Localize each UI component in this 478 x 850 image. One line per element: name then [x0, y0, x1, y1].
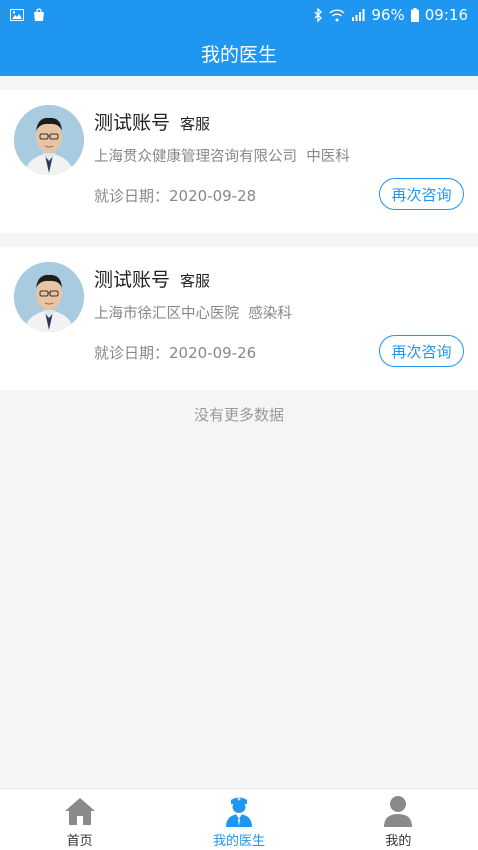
home-icon: [63, 795, 97, 827]
visit-date: 就诊日期：2020-09-26: [94, 344, 257, 362]
doctor-affiliation: 上海贯众健康管理咨询有限公司 中医科: [94, 145, 350, 166]
list-end-text: 没有更多数据: [193, 406, 284, 424]
bluetooth-icon: [313, 8, 323, 22]
shopping-bag-icon: [32, 8, 46, 22]
signal-icon: [351, 9, 365, 21]
consult-again-button[interactable]: 再次咨询: [379, 178, 464, 210]
doctor-affiliation: 上海市徐汇区中心医院 感染科: [94, 302, 292, 323]
gallery-notification-icon: [10, 9, 24, 21]
doctor-card[interactable]: 测试账号 客服 上海市徐汇区中心医院 感染科 就诊日期：2020-09-26 再…: [0, 247, 478, 390]
tab-me[interactable]: 我的: [319, 789, 478, 850]
doctor-icon: [222, 795, 256, 827]
doctor-role: 客服: [180, 272, 211, 290]
tab-label: 首页: [66, 834, 93, 849]
hospital-name: 上海贯众健康管理咨询有限公司: [94, 149, 297, 165]
wifi-icon: [329, 8, 345, 22]
department-name: 感染科: [248, 306, 292, 322]
consult-again-button[interactable]: 再次咨询: [379, 335, 464, 367]
doctor-avatar: [14, 262, 84, 332]
tab-my-doctors[interactable]: 我的医生: [159, 789, 318, 850]
battery-icon: [410, 8, 419, 22]
tab-label: 我的: [385, 834, 412, 849]
doctor-role: 客服: [180, 115, 211, 133]
battery-percent: 96%: [371, 6, 405, 24]
tab-label: 我的医生: [212, 834, 265, 849]
doctor-name: 测试账号: [94, 269, 171, 291]
page-title: 我的医生: [200, 43, 277, 66]
doctor-avatar: [14, 105, 84, 175]
user-icon: [381, 795, 415, 827]
visit-date: 就诊日期：2020-09-28: [94, 187, 257, 205]
bottom-tab-bar: 首页 我的医生 我的: [0, 788, 478, 850]
clock-time: 09:16: [424, 6, 468, 24]
hospital-name: 上海市徐汇区中心医院: [94, 306, 239, 322]
status-bar: 96% 09:16: [0, 0, 478, 30]
doctor-name: 测试账号: [94, 112, 171, 134]
tab-home[interactable]: 首页: [0, 789, 159, 850]
department-name: 中医科: [306, 149, 350, 165]
doctor-list: 测试账号 客服 上海贯众健康管理咨询有限公司 中医科 就诊日期：2020-09-…: [0, 76, 478, 390]
app-header: 96% 09:16 我的医生: [0, 0, 478, 76]
doctor-card[interactable]: 测试账号 客服 上海贯众健康管理咨询有限公司 中医科 就诊日期：2020-09-…: [0, 90, 478, 233]
